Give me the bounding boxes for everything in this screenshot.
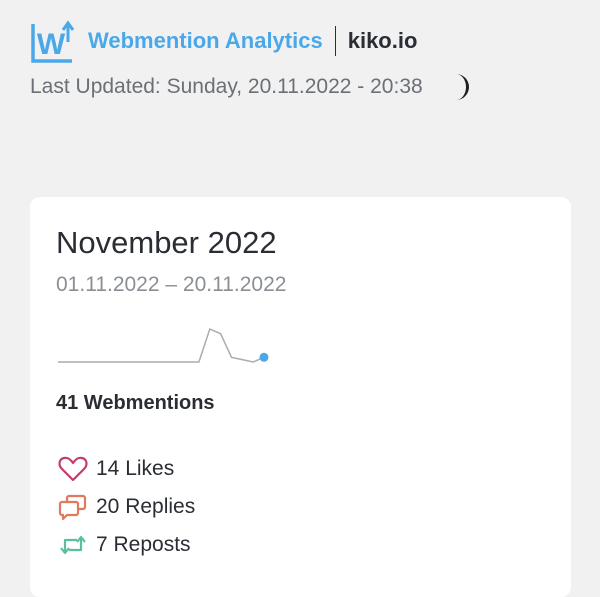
sparkline-end-dot [259,352,269,362]
stats-list: 14 Likes 20 Replies 7 Reposts [58,450,195,564]
moon-icon[interactable] [445,72,471,102]
site-name: kiko.io [347,28,418,53]
stat-reposts: 7 Reposts [58,526,195,564]
reply-icon [58,494,87,521]
last-updated: Last Updated: Sunday, 20.11.2022 - 20:38 [30,75,423,98]
likes-label: 14 Likes [96,457,175,480]
reposts-label: 7 Reposts [96,533,191,556]
heart-icon [58,456,88,482]
replies-label: 20 Replies [96,495,196,518]
date-range: 01.11.2022 – 20.11.2022 [56,273,287,296]
logo-letter: W [37,28,66,61]
app-title[interactable]: Webmention Analytics [88,28,323,54]
title-divider [334,26,336,56]
repost-icon [60,535,86,555]
sparkline [58,327,269,363]
header: W Webmention Analytics kiko.io Last Upda… [30,18,570,102]
stat-likes: 14 Likes [58,450,195,488]
month-card[interactable]: November 2022 01.11.2022 – 20.11.2022 41… [30,197,571,597]
brand-row: W Webmention Analytics kiko.io [30,18,570,64]
webmention-logo-icon[interactable]: W [30,18,76,64]
updated-row: Last Updated: Sunday, 20.11.2022 - 20:38 [30,72,570,102]
total-webmentions: 41 Webmentions [56,392,215,414]
month-title: November 2022 [56,225,277,260]
stat-replies: 20 Replies [58,488,195,526]
sparkline-line [58,327,265,363]
